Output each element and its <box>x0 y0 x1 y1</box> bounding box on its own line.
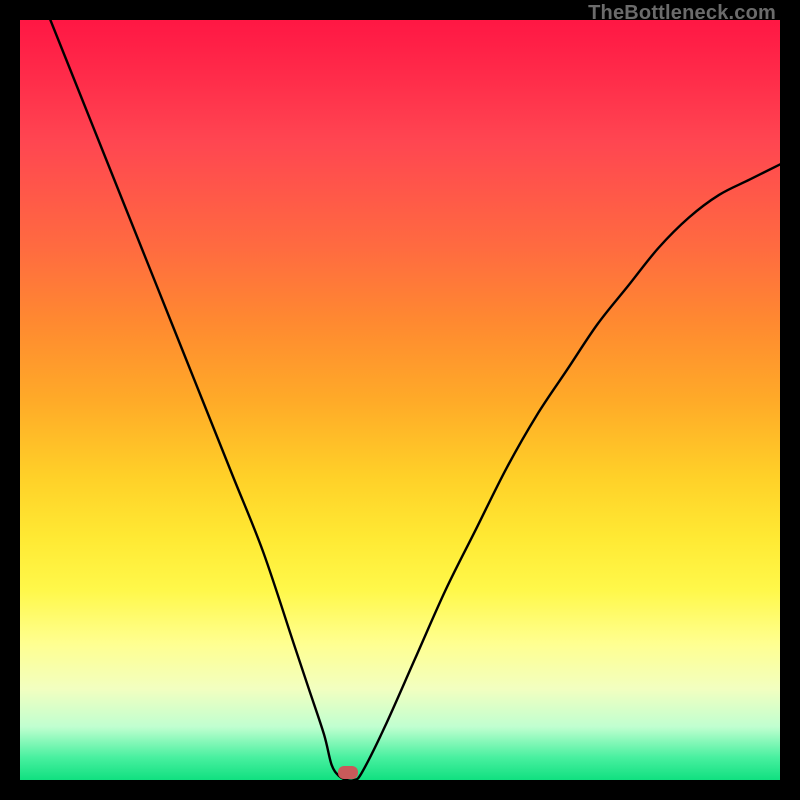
chart-container: TheBottleneck.com <box>0 0 800 800</box>
bottleneck-curve <box>20 20 780 780</box>
plot-area <box>20 20 780 780</box>
optimal-point-marker <box>338 766 358 779</box>
